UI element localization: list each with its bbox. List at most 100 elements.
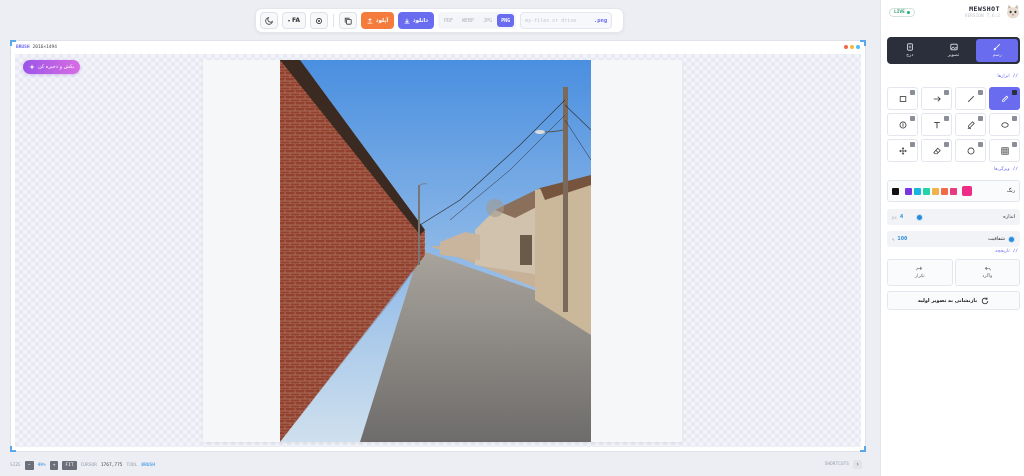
canvas-workspace[interactable]: بکش و ذخیره کن — [15, 54, 861, 447]
tab-draw[interactable]: رسم — [976, 39, 1019, 62]
pencil-icon — [1001, 95, 1008, 102]
brush-icon — [993, 43, 1001, 51]
tool-eraser[interactable] — [921, 139, 952, 162]
size-slider-knob[interactable] — [916, 213, 924, 221]
tool-ellipse[interactable] — [989, 113, 1020, 136]
status-cursor-label: CURSOR — [80, 462, 97, 468]
upload-label: آپلود — [375, 17, 389, 24]
loaded-photo[interactable] — [280, 60, 591, 442]
move-icon — [898, 146, 907, 155]
download-label: دانلود — [412, 17, 429, 24]
shortcut-key-badge — [1012, 116, 1017, 121]
shortcuts-button[interactable]: › — [853, 460, 862, 469]
reset-image-button[interactable]: بازنشانی به تصویر اولیه — [887, 291, 1020, 310]
zoom-out-button[interactable]: − — [24, 460, 34, 470]
redo-button[interactable]: تکرار — [887, 259, 953, 286]
tool-move[interactable] — [887, 139, 918, 162]
fit-button[interactable]: FIT — [62, 460, 77, 470]
selected-color-swatch[interactable] — [962, 186, 972, 196]
tool-line[interactable] — [955, 87, 986, 110]
mode-tag: BRUSH — [16, 44, 30, 50]
chevron-right-icon: › — [855, 461, 860, 468]
size-value: 4 — [899, 214, 904, 220]
frame-corner-tl — [10, 40, 16, 46]
highlighter-icon — [967, 120, 975, 129]
download-icon — [404, 18, 410, 23]
shortcut-key-badge — [944, 142, 949, 147]
live-dot-icon — [906, 11, 910, 14]
opacity-slider-knob[interactable] — [1008, 235, 1015, 243]
refresh-icon — [981, 297, 989, 304]
filename-input[interactable]: my-files or drive .png — [520, 12, 613, 29]
tab-draw-label: رسم — [992, 53, 1002, 58]
tool-rectangle[interactable] — [887, 87, 918, 110]
tab-image[interactable]: تصویر — [933, 39, 975, 62]
reset-label: بازنشانی به تصویر اولیه — [917, 297, 978, 304]
eraser-icon — [932, 147, 941, 154]
window-dots — [844, 45, 860, 49]
brand-version: VERSION 7.6.2 — [964, 14, 1000, 19]
shortcut-key-badge — [1012, 90, 1017, 95]
shortcut-key-badge — [978, 90, 983, 95]
settings-button[interactable] — [310, 12, 328, 29]
status-bar: SIZE − 49% + FIT CURSOR 1767,775 TOOL BR… — [10, 459, 866, 471]
properties-label-text: ویژگی‌ها — [994, 167, 1010, 172]
top-toolbar: ▾ FA آپلود دانلود PDF WEBP JPG PNG my-fi… — [255, 8, 624, 33]
copy-button[interactable] — [339, 12, 357, 29]
zoom-level: 49% — [37, 462, 46, 468]
tool-text[interactable] — [921, 113, 952, 136]
format-jpg[interactable]: JPG — [479, 14, 496, 27]
live-label: LIVE — [894, 10, 905, 15]
swatch-pink[interactable] — [950, 187, 957, 195]
status-tool-label: TOOL — [126, 462, 138, 468]
tool-brush[interactable] — [989, 87, 1020, 110]
shortcuts-label: SHORTCUTS — [824, 462, 849, 467]
swatch-purple[interactable] — [905, 187, 912, 195]
shortcut-key-badge — [910, 90, 915, 95]
copy-icon — [344, 17, 352, 25]
ellipse-icon — [1000, 121, 1009, 128]
format-webp[interactable]: WEBP — [458, 14, 478, 27]
tool-number-marker[interactable] — [887, 113, 918, 136]
status-size-label: SIZE — [10, 462, 21, 468]
zoom-in-button[interactable]: + — [49, 460, 59, 470]
swatch-orange[interactable] — [941, 187, 948, 195]
shortcut-key-badge — [910, 142, 915, 147]
swatch-black[interactable] — [892, 187, 899, 195]
filename-extension: .png — [593, 17, 608, 24]
history-section-label: تاریخچه // — [995, 249, 1018, 254]
tool-circle[interactable] — [955, 139, 986, 162]
undo-button[interactable]: واگرد — [954, 259, 1020, 286]
format-selector: PDF WEBP JPG PNG — [438, 12, 517, 29]
format-pdf[interactable]: PDF — [440, 14, 457, 27]
swatch-cyan[interactable] — [914, 187, 921, 195]
history-label-text: تاریخچه — [995, 249, 1010, 254]
tab-image-label: تصویر — [947, 53, 960, 58]
panel-tabs: درج تصویر رسم — [887, 37, 1020, 64]
draw-and-save-button[interactable]: بکش و ذخیره کن — [23, 60, 81, 74]
arrow-right-icon — [933, 95, 941, 102]
shortcut-key-badge — [978, 116, 983, 121]
shortcut-key-badge — [978, 142, 983, 147]
tool-highlighter[interactable] — [955, 113, 986, 136]
draw-and-save-label: بکش و ذخیره کن — [38, 64, 75, 70]
download-button[interactable]: دانلود — [398, 12, 434, 29]
cat-logo-icon — [1007, 4, 1019, 19]
opacity-slider[interactable]: % 100 شفافیت — [887, 231, 1020, 247]
tools-section-label: ابزارها // — [997, 74, 1018, 79]
tool-pixelate[interactable] — [989, 139, 1020, 162]
upload-button[interactable]: آپلود — [361, 12, 394, 29]
language-select[interactable]: ▾ FA — [282, 12, 306, 29]
size-slider[interactable]: px 4 اندازه — [887, 209, 1020, 225]
format-png[interactable]: PNG — [497, 14, 515, 27]
tab-insert[interactable]: درج — [889, 39, 931, 62]
theme-toggle-button[interactable] — [260, 12, 278, 29]
swatch-amber[interactable] — [932, 187, 939, 195]
image-dimensions: 2016×1494 — [32, 44, 57, 50]
image-icon — [949, 43, 958, 51]
live-badge: LIVE — [889, 8, 915, 17]
frame-corner-tr — [860, 40, 866, 46]
tool-arrow[interactable] — [921, 87, 952, 110]
gear-icon — [316, 17, 322, 24]
swatch-teal[interactable] — [923, 187, 930, 195]
